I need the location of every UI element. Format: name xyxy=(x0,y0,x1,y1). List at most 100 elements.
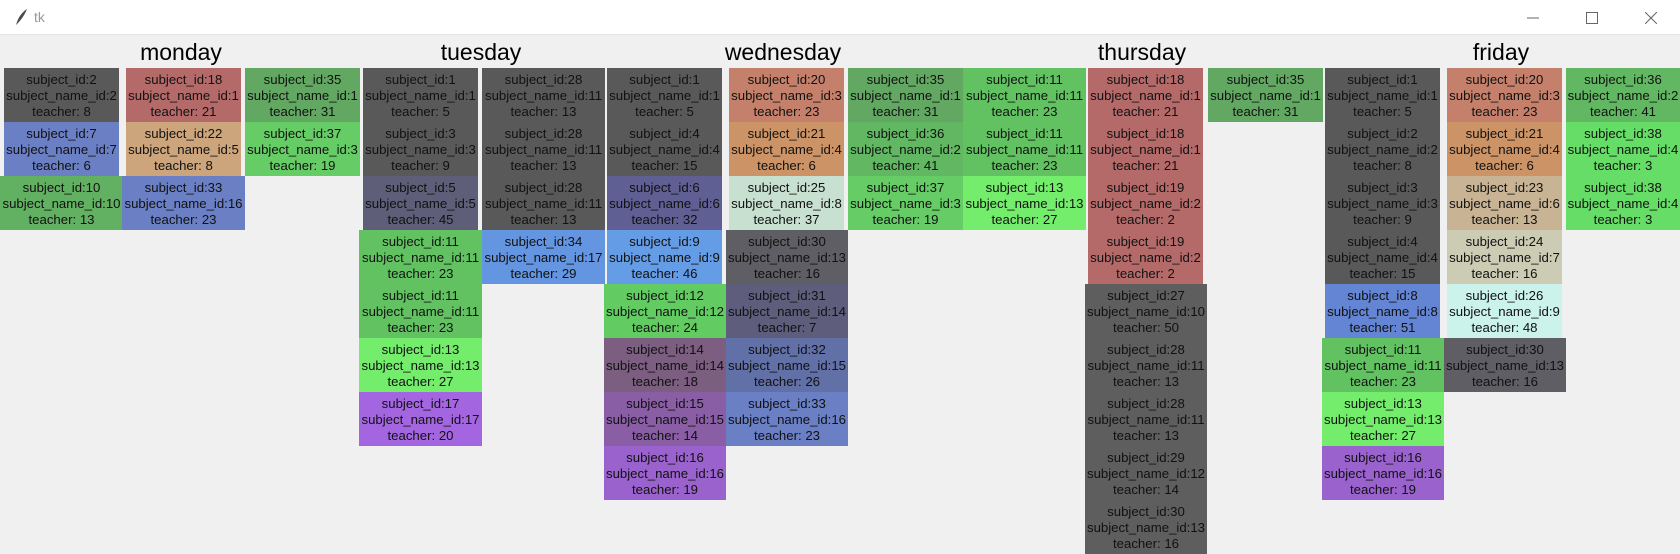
schedule-cell[interactable]: subject_id:30 subject_name_id:13 teacher: … xyxy=(726,230,848,284)
teacher-label: teacher: 15 xyxy=(631,158,698,173)
schedule-cell[interactable]: subject_id:36 subject_name_id:2 teacher: 4… xyxy=(1566,68,1680,122)
schedule-cell[interactable]: subject_id:30 subject_name_id:13 teacher: … xyxy=(1085,500,1207,554)
schedule-cell[interactable]: subject_id:14 subject_name_id:14 teacher: … xyxy=(604,338,726,392)
schedule-cell[interactable]: subject_id:24 subject_name_id:7 teacher: 1… xyxy=(1447,230,1562,284)
schedule-cell[interactable]: subject_id:18 subject_name_id:1 teacher: 2… xyxy=(1088,68,1203,122)
schedule-cell[interactable]: subject_id:19 subject_name_id:2 teacher: 2 xyxy=(1088,176,1203,230)
schedule-cell[interactable]: subject_id:18 subject_name_id:1 teacher: 2… xyxy=(1088,122,1203,176)
schedule-cell[interactable]: subject_id:37 subject_name_id:3 teacher: 1… xyxy=(848,176,963,230)
schedule-cell[interactable]: subject_id:17 subject_name_id:17 teacher: … xyxy=(359,392,482,446)
schedule-cell[interactable]: subject_id:13 subject_name_id:13 teacher: … xyxy=(1322,392,1444,446)
subject-id-label: subject_id:19 xyxy=(1106,234,1185,249)
subject-id-label: subject_id:21 xyxy=(1465,126,1544,141)
schedule-cell[interactable]: subject_id:11 subject_name_id:11 teacher: … xyxy=(359,284,482,338)
schedule-cell[interactable]: subject_id:16 subject_name_id:16 teacher: … xyxy=(604,446,726,500)
subject-id-label: subject_id:35 xyxy=(1226,72,1305,87)
schedule-cell[interactable]: subject_id:3 subject_name_id:3 teacher: 9 xyxy=(363,122,478,176)
teacher-label: teacher: 9 xyxy=(391,158,450,173)
schedule-cell[interactable]: subject_id:37 subject_name_id:3 teacher: 1… xyxy=(245,122,360,176)
subject-id-label: subject_id:1 xyxy=(385,72,456,87)
schedule-cell[interactable]: subject_id:29 subject_name_id:12 teacher: … xyxy=(1085,446,1207,500)
teacher-label: teacher: 5 xyxy=(635,104,694,119)
teacher-label: teacher: 16 xyxy=(1471,266,1538,281)
subject-id-label: subject_id:30 xyxy=(748,234,826,249)
teacher-label: teacher: 31 xyxy=(269,104,336,119)
subject-id-label: subject_id:8 xyxy=(1347,288,1418,303)
teacher-label: teacher: 23 xyxy=(753,104,820,119)
schedule-cell[interactable]: subject_id:33 subject_name_id:16 teacher: … xyxy=(726,392,848,446)
schedule-cell[interactable]: subject_id:36 subject_name_id:2 teacher: 4… xyxy=(848,122,963,176)
schedule-cell[interactable]: subject_id:22 subject_name_id:5 teacher: 8 xyxy=(126,122,241,176)
schedule-cell[interactable]: subject_id:27 subject_name_id:10 teacher: … xyxy=(1085,284,1207,338)
schedule-cell[interactable]: subject_id:25 subject_name_id:8 teacher: 3… xyxy=(729,176,844,230)
schedule-cell[interactable]: subject_id:13 subject_name_id:13 teacher: … xyxy=(963,176,1086,230)
schedule-cell[interactable]: subject_id:28 subject_name_id:11 teacher: … xyxy=(482,122,605,176)
maximize-button[interactable] xyxy=(1569,0,1615,35)
schedule-cell[interactable]: subject_id:4 subject_name_id:4 teacher: 15 xyxy=(1325,230,1440,284)
schedule-cell[interactable]: subject_id:1 subject_name_id:1 teacher: 5 xyxy=(607,68,722,122)
schedule-cell[interactable]: subject_id:1 subject_name_id:1 teacher: 5 xyxy=(363,68,478,122)
subject-id-label: subject_id:13 xyxy=(381,342,460,357)
schedule-cell[interactable]: subject_id:35 subject_name_id:1 teacher: 3… xyxy=(848,68,963,122)
schedule-cell[interactable]: subject_id:13 subject_name_id:13 teacher: … xyxy=(359,338,482,392)
schedule-cell[interactable]: subject_id:2 subject_name_id:2 teacher: 8 xyxy=(4,68,119,122)
schedule-cell[interactable]: subject_id:5 subject_name_id:5 teacher: 45 xyxy=(363,176,478,230)
schedule-cell[interactable]: subject_id:20 subject_name_id:3 teacher: 2… xyxy=(1447,68,1562,122)
schedule-cell[interactable]: subject_id:11 subject_name_id:11 teacher: … xyxy=(963,122,1086,176)
schedule-cell[interactable]: subject_id:9 subject_name_id:9 teacher: 46 xyxy=(607,230,722,284)
schedule-cell[interactable]: subject_id:11 subject_name_id:11 teacher: … xyxy=(1322,338,1444,392)
teacher-label: teacher: 27 xyxy=(991,212,1058,227)
schedule-cell[interactable]: subject_id:18 subject_name_id:1 teacher: 2… xyxy=(126,68,241,122)
schedule-cell[interactable]: subject_id:30 subject_name_id:13 teacher: … xyxy=(1444,338,1566,392)
teacher-label: teacher: 21 xyxy=(150,104,217,119)
schedule-cell[interactable]: subject_id:6 subject_name_id:6 teacher: 32 xyxy=(607,176,722,230)
schedule-cell[interactable]: subject_id:11 subject_name_id:11 teacher: … xyxy=(963,68,1086,122)
schedule-cell[interactable]: subject_id:28 subject_name_id:11 teacher: … xyxy=(1085,338,1207,392)
subject-name-label: subject_name_id:1 xyxy=(128,88,239,103)
schedule-cell[interactable]: subject_id:28 subject_name_id:11 teacher: … xyxy=(1085,392,1207,446)
schedule-cell[interactable]: subject_id:10 subject_name_id:10 teacher: … xyxy=(0,176,123,230)
schedule-cell[interactable]: subject_id:7 subject_name_id:7 teacher: 6 xyxy=(4,122,119,176)
schedule-cell[interactable]: subject_id:21 subject_name_id:4 teacher: 6 xyxy=(729,122,844,176)
schedule-cell[interactable]: subject_id:32 subject_name_id:15 teacher: … xyxy=(726,338,848,392)
schedule-cell[interactable]: subject_id:15 subject_name_id:15 teacher: … xyxy=(604,392,726,446)
teacher-label: teacher: 9 xyxy=(1353,212,1412,227)
schedule-cell[interactable]: subject_id:35 subject_name_id:1 teacher: 3… xyxy=(245,68,360,122)
subject-name-label: subject_name_id:6 xyxy=(1449,196,1560,211)
teacher-label: teacher: 3 xyxy=(1593,212,1653,227)
schedule-cell[interactable]: subject_id:19 subject_name_id:2 teacher: 2 xyxy=(1088,230,1203,284)
schedule-cell[interactable]: subject_id:21 subject_name_id:4 teacher: 6 xyxy=(1447,122,1562,176)
teacher-label: teacher: 21 xyxy=(1112,104,1179,119)
subject-name-label: subject_name_id:2 xyxy=(1090,196,1201,211)
schedule-cell[interactable]: subject_id:34 subject_name_id:17 teacher: … xyxy=(482,230,605,284)
teacher-label: teacher: 37 xyxy=(753,212,820,227)
schedule-cell[interactable]: subject_id:8 subject_name_id:8 teacher: 51 xyxy=(1325,284,1440,338)
schedule-cell[interactable]: subject_id:28 subject_name_id:11 teacher: … xyxy=(482,68,605,122)
minimize-button[interactable] xyxy=(1510,0,1556,35)
schedule-cell[interactable]: subject_id:28 subject_name_id:11 teacher: … xyxy=(482,176,605,230)
schedule-cell[interactable]: subject_id:38 subject_name_id:4 teacher: 3 xyxy=(1566,176,1680,230)
schedule-cell[interactable]: subject_id:23 subject_name_id:6 teacher: 1… xyxy=(1447,176,1562,230)
close-button[interactable] xyxy=(1628,0,1674,35)
schedule-cell[interactable]: subject_id:31 subject_name_id:14 teacher: … xyxy=(726,284,848,338)
schedule-cell[interactable]: subject_id:4 subject_name_id:4 teacher: 15 xyxy=(607,122,722,176)
schedule-cell[interactable]: subject_id:16 subject_name_id:16 teacher: … xyxy=(1322,446,1444,500)
schedule-cell[interactable]: subject_id:11 subject_name_id:11 teacher: … xyxy=(359,230,482,284)
teacher-label: teacher: 16 xyxy=(1113,536,1179,551)
schedule-cell[interactable]: subject_id:20 subject_name_id:3 teacher: 2… xyxy=(729,68,844,122)
teacher-label: teacher: 23 xyxy=(1350,374,1416,389)
subject-name-label: subject_name_id:3 xyxy=(1449,88,1560,103)
teacher-label: teacher: 13 xyxy=(510,212,577,227)
schedule-cell[interactable]: subject_id:3 subject_name_id:3 teacher: 9 xyxy=(1325,176,1440,230)
subject-name-label: subject_name_id:13 xyxy=(965,196,1084,211)
title-bar: tk xyxy=(0,0,1680,35)
schedule-cell[interactable]: subject_id:2 subject_name_id:2 teacher: 8 xyxy=(1325,122,1440,176)
schedule-cell[interactable]: subject_id:38 subject_name_id:4 teacher: 3 xyxy=(1566,122,1680,176)
teacher-label: teacher: 27 xyxy=(1350,428,1416,443)
schedule-cell[interactable]: subject_id:12 subject_name_id:12 teacher: … xyxy=(604,284,726,338)
schedule-cell[interactable]: subject_id:33 subject_name_id:16 teacher: … xyxy=(122,176,245,230)
schedule-cell[interactable]: subject_id:35 subject_name_id:1 teacher: 3… xyxy=(1208,68,1323,122)
schedule-cell[interactable]: subject_id:1 subject_name_id:1 teacher: 5 xyxy=(1325,68,1440,122)
schedule-cell[interactable]: subject_id:26 subject_name_id:9 teacher: 4… xyxy=(1447,284,1562,338)
subject-name-label: subject_name_id:16 xyxy=(1323,466,1443,481)
